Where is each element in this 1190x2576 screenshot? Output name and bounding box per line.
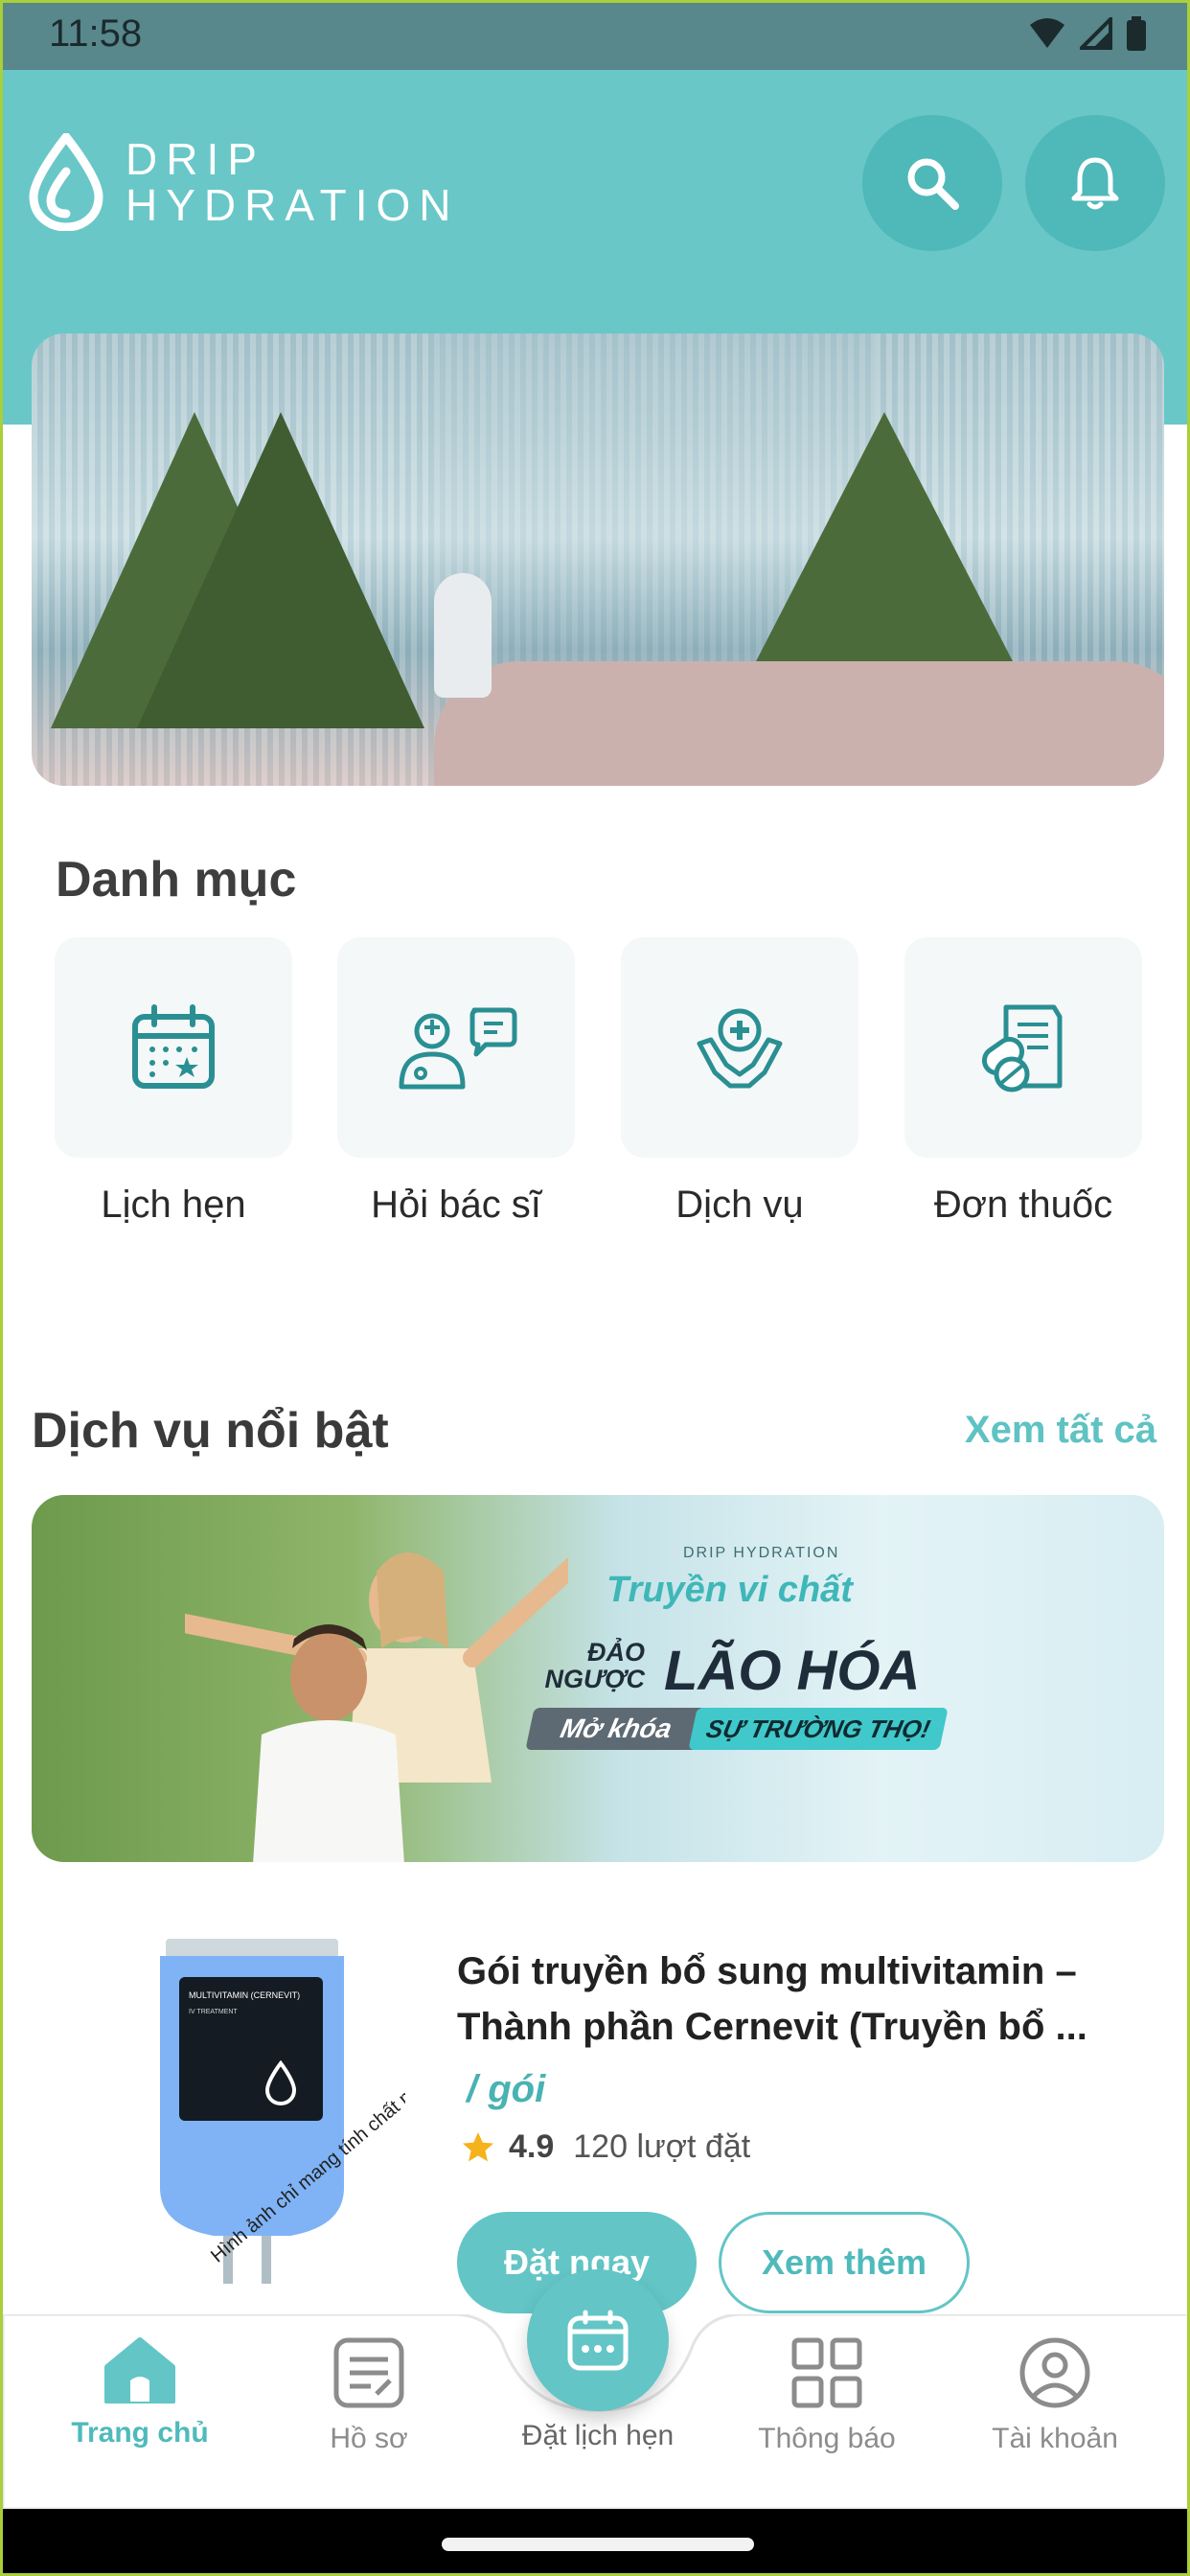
brand-line1: DRIP	[126, 134, 265, 184]
promo-brand: DRIP HYDRATION	[683, 1545, 840, 1561]
bell-icon	[1071, 157, 1119, 210]
category-appointments[interactable]	[55, 937, 292, 1158]
iv-bag-label: MULTIVITAMIN (CERNEVIT)	[189, 1990, 300, 2000]
promo-headline: Truyền vi chất	[606, 1570, 853, 1610]
promo-tag-longevity: SỰ TRƯỜNG THỌ!	[688, 1708, 949, 1750]
wifi-icon	[1030, 18, 1064, 48]
promo-tag-unlock: Mở khóa	[525, 1708, 707, 1750]
calendar-star-icon	[132, 1004, 215, 1089]
nav-home[interactable]: Trang chủ	[44, 2336, 236, 2450]
brand-line2: HYDRATION	[126, 180, 460, 230]
user-circle-icon	[1019, 2337, 1090, 2408]
signal-icon	[1080, 17, 1112, 50]
home-gesture-handle[interactable]	[442, 2538, 754, 2551]
product-name[interactable]: Gói truyền bổ sung multivitamin – Thành …	[457, 1944, 1128, 2055]
battery-icon	[1127, 16, 1146, 51]
nav-label: Tài khoản	[992, 2423, 1118, 2454]
document-icon	[333, 2337, 404, 2408]
book-appointment-button[interactable]	[527, 2269, 669, 2411]
status-bar: 11:58	[3, 3, 1187, 70]
status-time: 11:58	[49, 12, 143, 55]
iv-bag-sublabel: IV TREATMENT	[189, 2009, 238, 2015]
category-ask-doctor[interactable]	[337, 937, 575, 1158]
care-hands-icon	[697, 1008, 783, 1089]
home-icon	[104, 2337, 175, 2404]
see-all-link[interactable]: Xem tất cả	[965, 1409, 1156, 1452]
search-icon	[907, 158, 959, 210]
promo-couple-illustration	[185, 1552, 568, 1862]
category-label: Dịch vụ	[675, 1184, 804, 1226]
brand-name: DRIP HYDRATION	[126, 136, 460, 228]
drop-logo-icon	[29, 133, 103, 231]
product-image[interactable]: MULTIVITAMIN (CERNEVIT) IV TREATMENT Hìn…	[147, 1939, 469, 2293]
nav-profile[interactable]: Hồ sơ	[273, 2336, 465, 2455]
book-appointment-label: Đặt lịch hẹn	[521, 2420, 675, 2451]
search-button[interactable]	[862, 115, 1002, 251]
booking-count: 120 lượt đặt	[573, 2128, 751, 2165]
product-rating: 4.9 120 lượt đặt	[461, 2128, 750, 2166]
category-label: Đơn thuốc	[933, 1184, 1113, 1226]
category-label: Lịch hẹn	[101, 1184, 246, 1226]
lounge-sofa	[434, 661, 1164, 786]
nav-label: Hồ sơ	[330, 2423, 408, 2454]
category-services[interactable]	[621, 937, 858, 1158]
product-price: / gói	[467, 2068, 546, 2110]
grid-icon	[791, 2337, 862, 2408]
star-icon	[463, 2131, 493, 2161]
nav-notifications[interactable]: Thông báo	[731, 2336, 923, 2455]
promo-banner[interactable]: DRIP HYDRATION Truyền vi chất ĐẢO NGƯỢC …	[32, 1495, 1164, 1862]
nav-account[interactable]: Tài khoản	[959, 2336, 1151, 2455]
featured-title: Dịch vụ nổi bật	[32, 1403, 389, 1459]
rating-value: 4.9	[509, 2128, 555, 2165]
santa-figure	[434, 573, 492, 698]
iv-bag-illustration: MULTIVITAMIN (CERNEVIT) IV TREATMENT Hìn…	[160, 1939, 469, 2284]
see-more-button[interactable]: Xem thêm	[719, 2212, 970, 2313]
nav-label: Thông báo	[758, 2423, 896, 2454]
brand-logo: DRIP HYDRATION	[28, 133, 460, 231]
christmas-tree-left-2	[137, 412, 424, 728]
doctor-chat-icon	[399, 1007, 517, 1090]
promo-subhead-small: ĐẢO NGƯỢC	[544, 1638, 645, 1693]
promo-subhead-large: LÃO HÓA	[664, 1640, 921, 1702]
hero-banner[interactable]	[32, 334, 1164, 786]
prescription-icon	[981, 1004, 1063, 1092]
categories-title: Danh mục	[56, 852, 297, 908]
app-screen: 11:58 DRIP HYDRATION Danh mục Lịch hẹn H…	[0, 0, 1190, 2576]
nav-label: Trang chủ	[71, 2417, 209, 2449]
notification-button[interactable]	[1025, 115, 1165, 251]
calendar-dots-icon	[567, 2310, 629, 2371]
category-prescription[interactable]	[904, 937, 1142, 1158]
status-icons	[1028, 16, 1147, 51]
category-label: Hỏi bác sĩ	[371, 1184, 541, 1226]
